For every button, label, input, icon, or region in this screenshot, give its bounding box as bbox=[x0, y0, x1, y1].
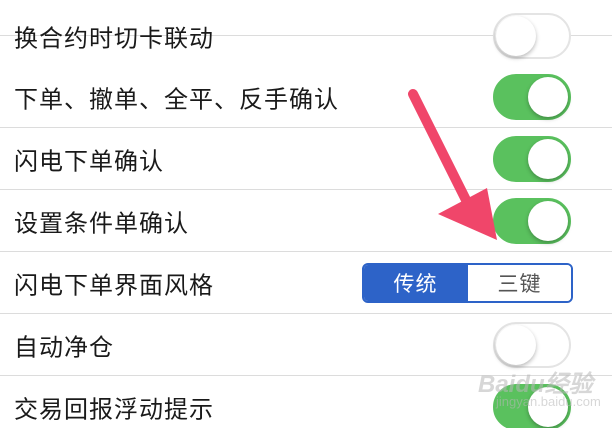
toggle-knob bbox=[528, 76, 568, 117]
conditional-order-confirm-toggle[interactable] bbox=[493, 197, 571, 244]
style-option-traditional[interactable]: 传统 bbox=[364, 264, 467, 301]
toggle-knob bbox=[528, 200, 568, 241]
setting-label: 换合约时切卡联动 bbox=[14, 24, 214, 53]
switch-contract-linkage-toggle[interactable] bbox=[493, 13, 571, 59]
setting-row-flash-order-confirm: 闪电下单确认 bbox=[0, 128, 612, 190]
setting-label: 设置条件单确认 bbox=[14, 209, 189, 237]
flash-order-style-segmented-control: 传统 三键 bbox=[362, 262, 573, 303]
setting-row-flash-order-style: 闪电下单界面风格 传统 三键 bbox=[0, 252, 612, 314]
flash-order-confirm-toggle[interactable] bbox=[493, 135, 571, 182]
toggle-knob bbox=[528, 138, 568, 179]
setting-label: 交易回报浮动提示 bbox=[14, 395, 214, 424]
style-option-three-keys[interactable]: 三键 bbox=[467, 264, 571, 301]
setting-label: 闪电下单确认 bbox=[14, 147, 164, 175]
order-confirm-toggle[interactable] bbox=[493, 73, 571, 120]
trade-report-popup-toggle[interactable] bbox=[493, 384, 571, 428]
setting-row-switch-contract-linkage: 换合约时切卡联动 bbox=[0, 0, 612, 59]
setting-label: 下单、撤单、全平、反手确认 bbox=[14, 85, 339, 113]
auto-net-position-toggle[interactable] bbox=[493, 321, 571, 368]
setting-row-conditional-order-confirm: 设置条件单确认 bbox=[0, 190, 612, 252]
settings-list: 换合约时切卡联动 下单、撤单、全平、反手确认 闪电下单确认 设置条件单确认 闪电… bbox=[0, 0, 612, 428]
setting-row-trade-report-popup: 交易回报浮动提示 bbox=[0, 376, 612, 428]
toggle-knob bbox=[528, 387, 568, 427]
toggle-knob bbox=[496, 324, 536, 365]
setting-row-auto-net-position: 自动净仓 bbox=[0, 314, 612, 376]
setting-label: 闪电下单界面风格 bbox=[14, 271, 214, 299]
setting-row-order-confirm: 下单、撤单、全平、反手确认 bbox=[0, 66, 612, 128]
toggle-knob bbox=[496, 16, 536, 56]
setting-label: 自动净仓 bbox=[14, 333, 114, 361]
